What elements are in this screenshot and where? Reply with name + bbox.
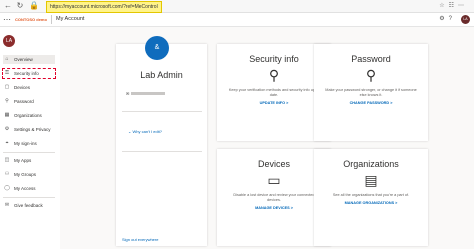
- back-icon[interactable]: ←: [3, 1, 13, 11]
- refresh-icon[interactable]: ↻: [15, 1, 25, 11]
- account-avatar[interactable]: LA: [461, 15, 470, 24]
- sidebar-item-label: Password: [14, 99, 34, 104]
- profile-avatar[interactable]: &: [145, 36, 169, 60]
- header-divider: [51, 15, 52, 24]
- sidebar-item-my-access[interactable]: ◯ My Access: [3, 184, 55, 193]
- sidebar-item-label: My Apps: [14, 158, 32, 163]
- profile-divider: [122, 111, 202, 112]
- security-icon: ⚿: [5, 70, 9, 76]
- manage-organizations-link[interactable]: MANAGE ORGANIZATIONS >: [314, 201, 428, 205]
- sidebar: LA ⌂ Overview ⚿ Security info ▢ Devices …: [0, 27, 60, 249]
- apps-icon: ◫: [4, 157, 10, 163]
- help-icon[interactable]: ?: [449, 16, 456, 22]
- browser-menu-icon[interactable]: ⋯: [458, 3, 468, 9]
- groups-icon: ⚇: [4, 171, 10, 177]
- sidebar-item-settings-privacy[interactable]: ⚙ Settings & Privacy: [3, 125, 55, 134]
- favorite-icon[interactable]: ☆: [439, 3, 448, 9]
- gear-icon: ⚙: [4, 126, 10, 132]
- sidebar-item-my-groups[interactable]: ⚇ My Groups: [3, 170, 55, 179]
- card-description: See all the organizations that you're a …: [332, 193, 410, 197]
- chevron-down-icon: ⌄: [128, 129, 132, 134]
- sidebar-avatar: LA: [3, 35, 15, 47]
- briefcase-icon: ▤: [364, 172, 378, 188]
- why-cant-i-edit-label: Why can't I edit?: [132, 129, 162, 134]
- app-title[interactable]: My Account: [56, 15, 84, 24]
- sidebar-item-label: My Access: [14, 186, 36, 191]
- card-description: Make your password stronger, or change i…: [325, 88, 417, 97]
- profile-divider: [122, 151, 202, 152]
- browser-toolbar: ← ↻ 🔒 https://myaccount.microsoft.com/?r…: [0, 0, 474, 13]
- why-cant-i-edit-link[interactable]: ⌄ Why can't I edit?: [128, 129, 162, 134]
- card-description: Keep your verification methods and secur…: [228, 88, 320, 97]
- sidebar-item-my-apps[interactable]: ◫ My Apps: [3, 156, 55, 165]
- organizations-card[interactable]: Organizations ▤ See all the organization…: [314, 149, 428, 246]
- sidebar-item-label: My sign-ins: [14, 141, 37, 146]
- laptop-icon: ▢: [4, 84, 10, 90]
- sidebar-item-label: Settings & Privacy: [14, 127, 51, 132]
- sidebar-divider: [3, 197, 55, 198]
- key-icon: ⚲: [5, 98, 9, 104]
- card-description: Disable a lost device and review your co…: [233, 193, 315, 202]
- sidebar-item-password[interactable]: ⚲ Password: [3, 97, 55, 106]
- profile-email: ✉: [126, 91, 166, 96]
- sidebar-item-label: My Groups: [14, 172, 37, 177]
- sign-out-everywhere-link[interactable]: Sign out everywhere: [122, 237, 158, 242]
- home-icon: ⌂: [5, 56, 9, 62]
- collections-icon[interactable]: ☷: [449, 3, 458, 9]
- settings-icon[interactable]: ⚙: [439, 16, 448, 22]
- mail-icon: ✉: [126, 91, 130, 96]
- sidebar-item-security-info[interactable]: ⚿ Security info: [2, 68, 56, 79]
- sidebar-item-overview[interactable]: ⌂ Overview: [3, 55, 55, 64]
- app-launcher-icon[interactable]: ⋯: [3, 15, 12, 24]
- sidebar-item-my-sign-ins[interactable]: ⌖ My sign-ins: [3, 139, 55, 148]
- change-password-link[interactable]: CHANGE PASSWORD >: [314, 101, 428, 105]
- lock-icon: 🔒: [29, 1, 39, 10]
- card-title: Password: [351, 54, 391, 64]
- profile-name: Lab Admin: [140, 70, 183, 80]
- sidebar-item-label: Organizations: [14, 113, 42, 118]
- sidebar-divider: [3, 152, 55, 153]
- browser-toolbar-icons: ☆☷⋯: [439, 1, 468, 11]
- app-header: ⋯ CONTOSO demo My Account ⚙? LA: [0, 13, 474, 27]
- sidebar-item-label: Devices: [14, 85, 31, 90]
- address-bar[interactable]: https://myaccount.microsoft.com/?ref=MeC…: [46, 1, 162, 13]
- profile-card: & Lab Admin ✉ ⌄ Why can't I edit? Sign o…: [116, 36, 207, 246]
- sidebar-item-label: Overview: [14, 57, 33, 62]
- card-title: Organizations: [343, 159, 399, 169]
- sidebar-item-give-feedback[interactable]: ✉ Give feedback: [3, 201, 55, 210]
- briefcase-icon: ▦: [4, 112, 10, 118]
- redacted-email: [131, 92, 166, 96]
- sidebar-item-organizations[interactable]: ▦ Organizations: [3, 111, 55, 120]
- sidebar-item-devices[interactable]: ▢ Devices: [3, 83, 55, 92]
- header-icons: ⚙?: [439, 15, 456, 24]
- sidebar-item-label: Give feedback: [14, 203, 43, 208]
- feedback-icon: ✉: [4, 202, 10, 208]
- sign-ins-icon: ⌖: [5, 140, 9, 146]
- key-icon: ⚲: [365, 67, 377, 83]
- access-icon: ◯: [4, 185, 10, 191]
- tenant-logo: CONTOSO demo: [15, 17, 47, 22]
- password-card[interactable]: Password ⚲ Make your password stronger, …: [314, 44, 428, 141]
- sidebar-item-label: Security info: [14, 71, 39, 76]
